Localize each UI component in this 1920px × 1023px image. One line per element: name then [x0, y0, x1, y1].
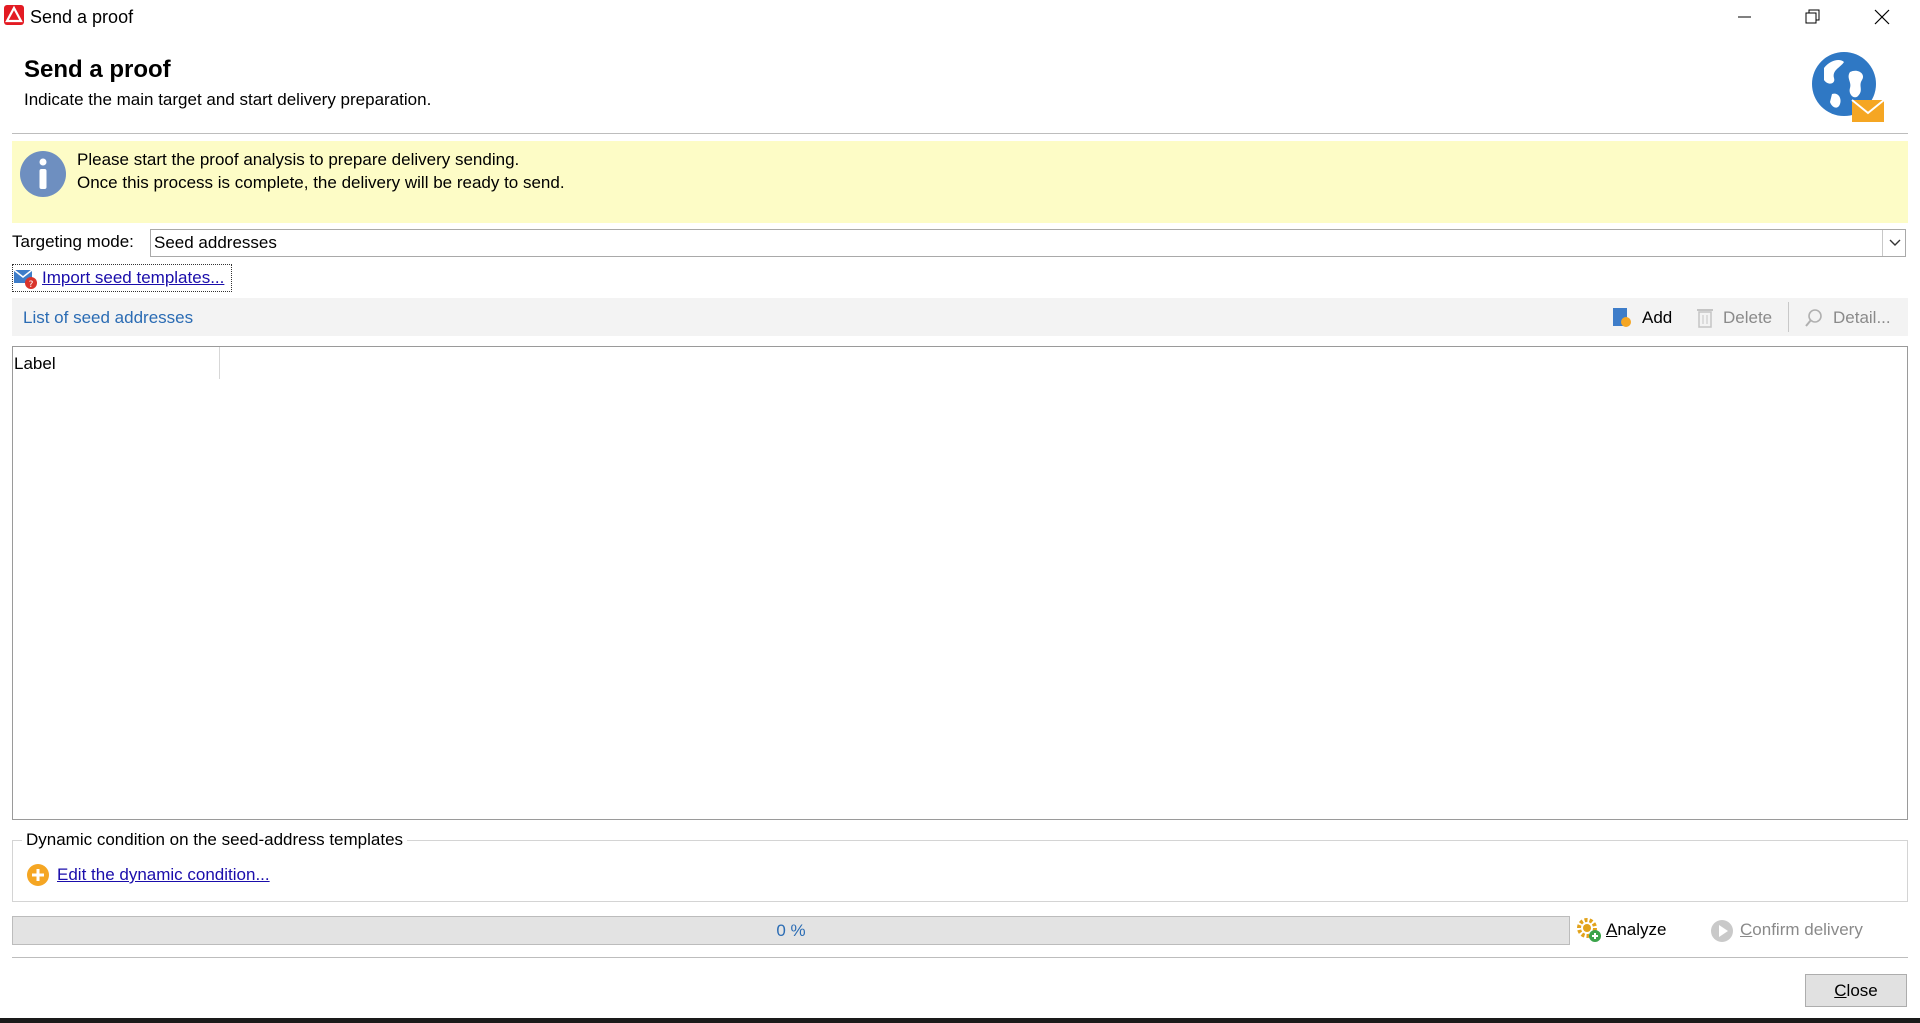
import-template-icon: ? — [13, 268, 38, 295]
edit-dynamic-condition-link[interactable]: Edit the dynamic condition... — [57, 865, 270, 885]
page-subtitle: Indicate the main target and start deliv… — [24, 90, 432, 109]
footer-divider — [12, 957, 1908, 958]
targeting-mode-value: Seed addresses — [154, 233, 277, 252]
targeting-mode-label: Targeting mode: — [12, 232, 134, 251]
add-circle-icon — [26, 863, 50, 892]
window-title: Send a proof — [30, 7, 134, 27]
svg-text:?: ? — [29, 280, 34, 290]
column-header-label[interactable]: Label — [14, 354, 56, 374]
add-icon — [1612, 306, 1632, 333]
add-button[interactable]: Add — [1642, 308, 1672, 328]
confirm-mnemonic: C — [1740, 920, 1753, 939]
page-title: Send a proof — [24, 56, 171, 83]
info-icon — [19, 150, 67, 203]
trash-icon — [1696, 306, 1714, 333]
banner-message-line-2: Once this process is complete, the deliv… — [77, 173, 565, 192]
targeting-mode-dropdown-button[interactable] — [1882, 230, 1907, 256]
close-mnemonic: C — [1834, 980, 1847, 1000]
minimize-icon — [1738, 16, 1751, 18]
minimize-button[interactable] — [1714, 0, 1774, 34]
header-divider — [12, 133, 1908, 134]
confirm-delivery-button[interactable]: Confirm delivery — [1740, 920, 1863, 940]
taskbar-edge — [0, 1018, 1920, 1023]
banner-message-line-1: Please start the proof analysis to prepa… — [77, 150, 520, 169]
close-window-button[interactable] — [1852, 0, 1912, 34]
globe-mail-icon — [1810, 50, 1886, 131]
analyze-mnemonic: A — [1606, 920, 1618, 939]
seed-list-title: List of seed addresses — [23, 308, 194, 327]
restore-icon — [1805, 9, 1820, 24]
analyze-label: nalyze — [1617, 920, 1667, 939]
toolbar-divider — [1788, 302, 1789, 332]
close-button[interactable]: Close — [1805, 974, 1907, 1007]
detail-button[interactable]: Detail... — [1833, 308, 1891, 328]
analyze-gear-icon — [1576, 917, 1602, 948]
close-icon — [1874, 9, 1890, 25]
search-icon — [1804, 308, 1824, 333]
close-label: lose — [1846, 980, 1878, 1000]
title-bar — [0, 0, 1920, 34]
import-seed-templates-link[interactable]: Import seed templates... — [42, 268, 224, 288]
seed-addresses-table[interactable] — [12, 346, 1908, 820]
restore-button[interactable] — [1782, 0, 1842, 34]
analyze-button[interactable]: Analyze — [1606, 920, 1666, 940]
app-logo-icon — [4, 5, 24, 25]
chevron-down-icon — [1889, 239, 1901, 246]
delete-button[interactable]: Delete — [1723, 308, 1772, 328]
dynamic-condition-legend: Dynamic condition on the seed-address te… — [22, 830, 408, 850]
column-divider[interactable] — [219, 347, 220, 379]
targeting-mode-select[interactable] — [150, 229, 1906, 257]
confirm-label: onfirm delivery — [1752, 920, 1863, 939]
play-icon — [1710, 919, 1734, 948]
analysis-progress-text: 0 % — [776, 921, 806, 940]
